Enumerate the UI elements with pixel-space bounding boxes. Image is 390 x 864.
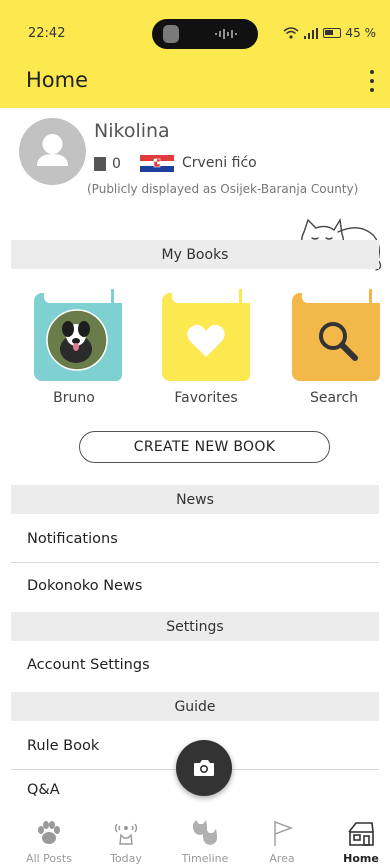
nav-all-posts[interactable]: All Posts [10,810,88,864]
book-bruno[interactable] [34,289,122,381]
more-options-icon[interactable] [362,70,382,92]
camera-icon [194,760,214,776]
book-ribbon [111,289,114,303]
public-display-note: (Publicly displayed as Osijek-Baranja Co… [87,182,359,196]
list-item-account-settings[interactable]: Account Settings [0,642,390,688]
cat-faces-icon [192,820,218,845]
app-header: 22:42 45 % Home [0,0,390,108]
section-header-guide: Guide [11,692,379,721]
bottom-nav: All Posts Today Timeline Area Home [0,810,390,864]
book-favorites[interactable] [162,289,250,381]
status-time: 22:42 [28,26,66,41]
team-name: Crveni fićo [182,155,257,171]
nav-label: All Posts [26,852,72,864]
croatia-flag-icon [140,155,174,172]
book-ribbon [369,289,372,303]
heart-icon [187,324,225,357]
nav-home[interactable]: Home [322,810,390,864]
user-silhouette-icon [37,134,68,166]
battery-icon [322,28,341,38]
avatar[interactable] [19,118,86,185]
section-header-news: News [11,485,379,514]
dog-photo [46,309,108,371]
book-label-bruno: Bruno [53,390,95,406]
book-icon [94,157,106,171]
nav-area[interactable]: Area [243,810,321,864]
paw-icon [38,821,60,844]
page-title: Home [26,68,89,92]
book-label-search: Search [309,390,359,406]
book-count-value: 0 [112,156,121,172]
user-name: Nikolina [94,120,170,142]
nav-timeline[interactable]: Timeline [166,810,244,864]
create-new-book-button[interactable]: CREATE NEW BOOK [79,431,330,463]
nav-today[interactable]: Today [87,810,165,864]
battery-level: 45 % [345,26,377,40]
cat-signal-icon [114,823,138,845]
book-search[interactable] [292,289,380,381]
signal-icon [303,27,318,39]
book-label-favorites: Favorites [174,390,238,406]
book-ribbon [239,289,242,303]
flag-icon [274,821,293,846]
camera-button[interactable] [176,740,232,796]
nav-label: Area [269,852,295,864]
camera-thumbnail-icon [163,25,179,43]
section-header-my-books: My Books [11,240,379,269]
list-item-dokonoko-news[interactable]: Dokonoko News [0,563,390,609]
status-icons: 45 % [283,26,377,40]
magnifier-icon [319,322,358,361]
section-header-settings: Settings [11,612,379,641]
list-item-notifications[interactable]: Notifications [0,516,390,562]
book-count: 0 [94,156,121,172]
house-icon [348,822,374,846]
audio-wave-icon [215,29,237,39]
nav-label: Timeline [181,852,229,864]
nav-label: Home [343,852,379,864]
dynamic-island [152,19,258,49]
nav-label: Today [110,852,142,864]
wifi-icon [283,27,298,39]
